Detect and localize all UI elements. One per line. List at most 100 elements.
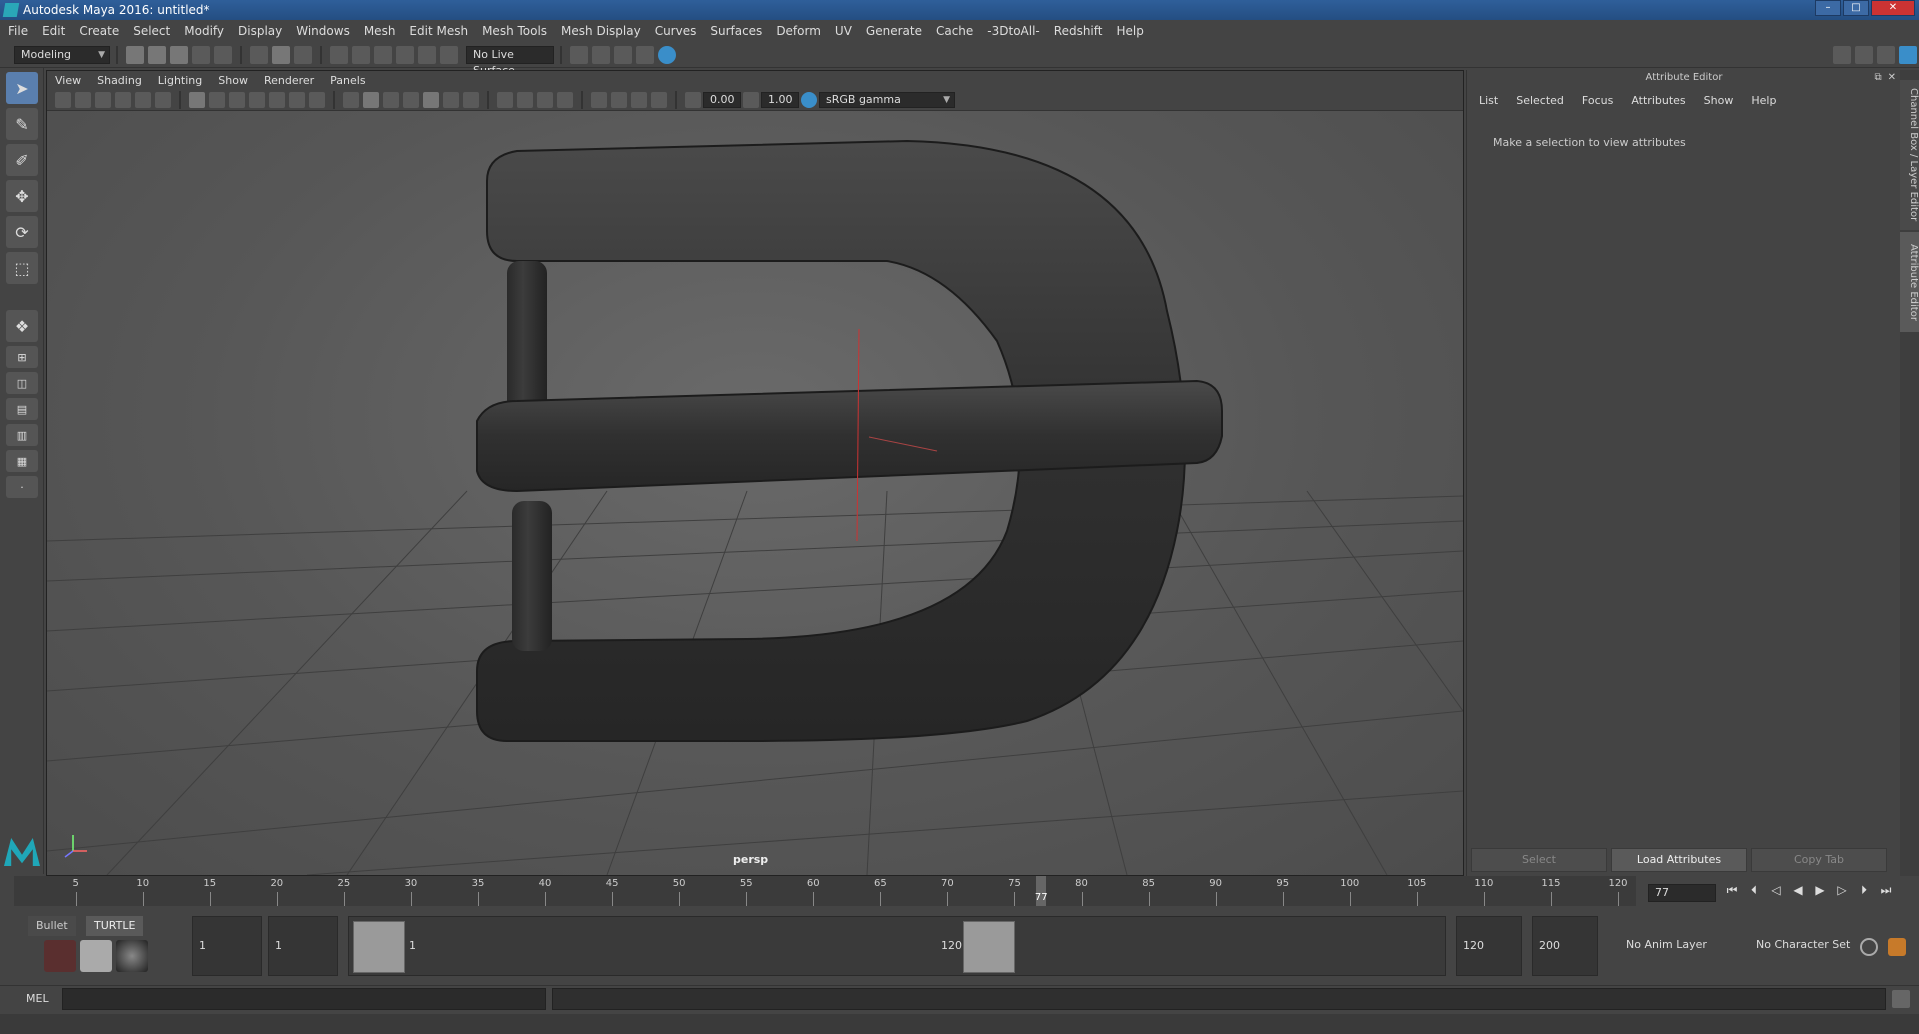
snap-curve-icon[interactable]: [352, 45, 370, 64]
menu-windows[interactable]: Windows: [296, 24, 350, 38]
select-hierarchy-icon[interactable]: [250, 45, 268, 64]
default-material-icon[interactable]: [383, 91, 399, 108]
textured-icon[interactable]: [423, 91, 439, 108]
playback-start-field[interactable]: 1: [268, 916, 338, 976]
redo-icon[interactable]: [214, 45, 232, 64]
open-scene-icon[interactable]: [148, 45, 166, 64]
wireframe-on-shaded-icon[interactable]: [403, 91, 419, 108]
select-tool-icon[interactable]: ➤: [6, 72, 38, 104]
scale-tool-icon[interactable]: ⬚: [6, 252, 38, 284]
outliner-icon[interactable]: [1855, 45, 1873, 64]
viewport-menu-view[interactable]: View: [55, 74, 81, 87]
attr-menu-show[interactable]: Show: [1704, 94, 1734, 107]
channel-box-toggle-icon[interactable]: [1899, 45, 1917, 64]
lights-icon[interactable]: [443, 91, 459, 108]
close-panel-icon[interactable]: ✕: [1888, 72, 1896, 83]
color-management-icon[interactable]: [801, 91, 817, 108]
move-tool-icon[interactable]: ✥: [6, 180, 38, 212]
menu-3dtoall[interactable]: -3DtoAll-: [987, 24, 1039, 38]
step-forward-frame-icon[interactable]: ▷: [1834, 882, 1850, 898]
anim-layer-dropdown[interactable]: No Anim Layer: [1620, 916, 1724, 976]
turtle-sphere-icon[interactable]: [116, 940, 148, 972]
2d-pan-icon[interactable]: [135, 91, 151, 108]
safe-title-icon[interactable]: [309, 91, 325, 108]
minimize-button[interactable]: –: [1815, 0, 1841, 16]
live-surface-field[interactable]: No Live Surface: [466, 45, 554, 77]
menu-mesh[interactable]: Mesh: [364, 24, 396, 38]
anti-aliasing-icon[interactable]: [537, 91, 553, 108]
hypershade-icon[interactable]: [658, 45, 676, 64]
menu-deform[interactable]: Deform: [776, 24, 821, 38]
turtle-bake-icon[interactable]: [80, 940, 112, 972]
snap-point-icon[interactable]: [374, 45, 392, 64]
shadows-icon[interactable]: [463, 91, 479, 108]
camera-icon[interactable]: [55, 91, 71, 108]
field-chart-icon[interactable]: [269, 91, 285, 108]
single-pane-layout-icon[interactable]: ❖: [6, 310, 38, 342]
current-frame-field[interactable]: 77: [1648, 884, 1716, 902]
viewport-menu-renderer[interactable]: Renderer: [264, 74, 314, 87]
menu-mesh-display[interactable]: Mesh Display: [561, 24, 641, 38]
menu-curves[interactable]: Curves: [655, 24, 697, 38]
bookmark-icon[interactable]: [95, 91, 111, 108]
workspace-icon[interactable]: [1833, 45, 1851, 64]
menu-modify[interactable]: Modify: [184, 24, 224, 38]
view-transform-dropdown[interactable]: sRGB gamma ▼: [819, 91, 955, 108]
xray-joints-icon[interactable]: [631, 91, 647, 108]
playback-end-field[interactable]: 120: [1456, 916, 1522, 976]
four-pane-layout-icon[interactable]: ⊞: [6, 346, 38, 368]
go-to-start-icon[interactable]: ⏮: [1724, 882, 1740, 898]
menu-file[interactable]: File: [8, 24, 28, 38]
safe-action-icon[interactable]: [289, 91, 305, 108]
attr-menu-focus[interactable]: Focus: [1582, 94, 1613, 107]
shelf-tab-turtle[interactable]: TURTLE: [86, 916, 144, 936]
load-attributes-button[interactable]: Load Attributes: [1611, 848, 1747, 872]
copy-tab-button[interactable]: Copy Tab: [1751, 848, 1887, 872]
maximize-button[interactable]: □: [1843, 0, 1869, 16]
menu-cache[interactable]: Cache: [936, 24, 973, 38]
float-panel-icon[interactable]: ⧉: [1874, 72, 1881, 83]
step-back-frame-icon[interactable]: ◁: [1768, 882, 1784, 898]
lasso-tool-icon[interactable]: ✎: [6, 108, 38, 140]
range-slider-bar[interactable]: 1 120: [348, 916, 1446, 976]
gate-mask-icon[interactable]: [249, 91, 265, 108]
more-layouts-icon[interactable]: ·: [6, 476, 38, 498]
film-gate-icon[interactable]: [209, 91, 225, 108]
play-backward-icon[interactable]: ◀: [1790, 882, 1806, 898]
smooth-shade-icon[interactable]: [363, 91, 379, 108]
menu-create[interactable]: Create: [79, 24, 119, 38]
exposure-field[interactable]: 0.00: [703, 91, 741, 108]
snap-view-icon[interactable]: [396, 45, 414, 64]
go-to-end-icon[interactable]: ⏭: [1878, 882, 1894, 898]
menu-edit[interactable]: Edit: [42, 24, 65, 38]
script-language-toggle[interactable]: MEL: [26, 992, 49, 1005]
magnet-icon[interactable]: [440, 45, 458, 64]
menu-set-dropdown[interactable]: Modeling ▼: [14, 45, 110, 64]
xray-icon[interactable]: [611, 91, 627, 108]
camera-attributes-icon[interactable]: [75, 91, 91, 108]
viewport-menu-lighting[interactable]: Lighting: [158, 74, 202, 87]
command-input[interactable]: [62, 988, 546, 1010]
menu-redshift[interactable]: Redshift: [1054, 24, 1103, 38]
viewport-menu-shading[interactable]: Shading: [97, 74, 142, 87]
menu-mesh-tools[interactable]: Mesh Tools: [482, 24, 547, 38]
play-forward-icon[interactable]: ▶: [1812, 882, 1828, 898]
select-component-icon[interactable]: [294, 45, 312, 64]
attr-menu-attributes[interactable]: Attributes: [1631, 94, 1685, 107]
ipr-render-icon[interactable]: [614, 45, 632, 64]
resolution-gate-icon[interactable]: [229, 91, 245, 108]
turtle-render-icon[interactable]: [44, 940, 76, 972]
start-time-field[interactable]: 1: [192, 916, 262, 976]
snap-grid-icon[interactable]: [330, 45, 348, 64]
grease-pencil-icon[interactable]: [155, 91, 171, 108]
layout-icon[interactable]: [1877, 45, 1895, 64]
grid-icon[interactable]: [189, 91, 205, 108]
new-scene-icon[interactable]: [126, 45, 144, 64]
two-pane-layout-icon[interactable]: ◫: [6, 372, 38, 394]
close-button[interactable]: ✕: [1871, 0, 1915, 16]
attr-menu-help[interactable]: Help: [1751, 94, 1776, 107]
exposure-icon[interactable]: [685, 91, 701, 108]
paint-select-icon[interactable]: ✐: [6, 144, 38, 176]
menu-generate[interactable]: Generate: [866, 24, 922, 38]
menu-surfaces[interactable]: Surfaces: [710, 24, 762, 38]
